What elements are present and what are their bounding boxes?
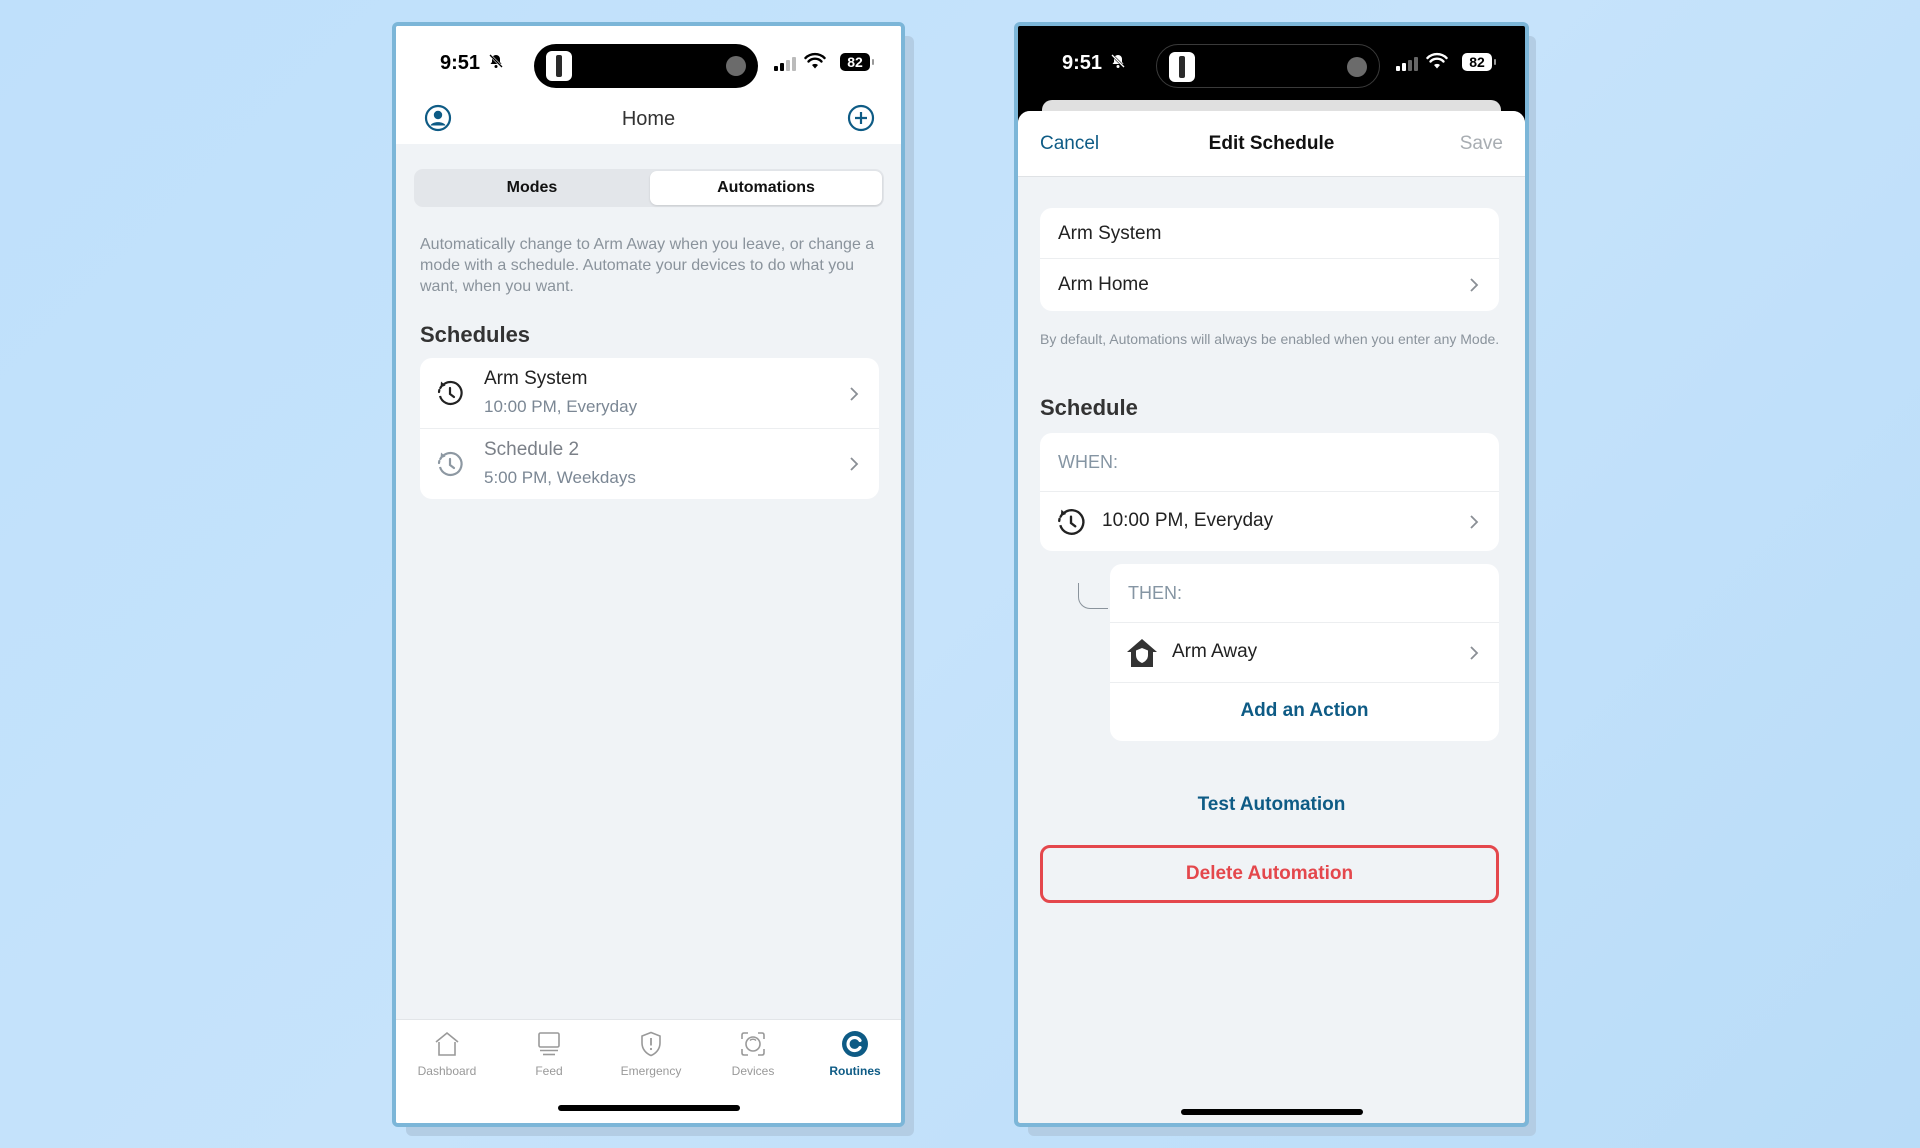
schedule-item[interactable]: Arm System 10:00 PM, Everyday (420, 358, 879, 429)
status-bar: 9:51 82 (396, 26, 901, 96)
status-time: 9:51 (440, 52, 481, 74)
bell-slash-icon (1110, 53, 1126, 74)
default-enabled-note: By default, Automations will always be e… (1040, 331, 1500, 347)
homepod-icon (1347, 57, 1367, 77)
tab-label: Feed (535, 1064, 563, 1078)
then-header: THEN: (1110, 564, 1499, 623)
when-card: WHEN: 10:00 PM, Everyday (1040, 433, 1499, 551)
tab-label: Emergency (620, 1064, 682, 1078)
then-action-row[interactable]: Arm Away (1110, 623, 1499, 683)
schedule-clock-icon (1058, 509, 1085, 535)
chevron-right-icon (1470, 278, 1479, 292)
live-activity-icon (546, 51, 572, 81)
add-action-button[interactable]: Add an Action (1110, 683, 1499, 741)
arm-away-home-icon (1127, 639, 1157, 667)
wifi-icon (1426, 52, 1448, 69)
signal-icon (1396, 57, 1418, 71)
wifi-icon (804, 52, 826, 69)
mode-value: Arm Home (1058, 274, 1149, 295)
add-circle-icon[interactable] (847, 104, 875, 132)
battery-icon: 82 (840, 53, 874, 71)
schedule-clock-icon (437, 380, 463, 406)
then-value: Arm Away (1172, 641, 1258, 662)
schedule-clock-icon (437, 451, 463, 477)
bell-slash-icon (488, 53, 504, 74)
when-label: WHEN: (1058, 452, 1118, 472)
segmented-control: Modes Automations (414, 169, 884, 207)
automations-description: Automatically change to Arm Away when yo… (420, 236, 875, 295)
tab-dashboard[interactable]: Dashboard (396, 1030, 498, 1078)
test-automation-button[interactable]: Test Automation (1018, 794, 1525, 816)
tab-label: Devices (731, 1064, 775, 1078)
flow-connector (1078, 583, 1108, 609)
tab-modes[interactable]: Modes (416, 171, 648, 205)
chevron-right-icon (850, 387, 859, 401)
house-icon (435, 1031, 459, 1056)
phone-edit-schedule: 9:51 82 Cancel Edit Schedule Save Arm Sy… (1014, 22, 1529, 1127)
home-indicator[interactable] (1180, 1109, 1363, 1115)
save-button[interactable]: Save (1460, 133, 1503, 155)
tab-feed[interactable]: Feed (498, 1030, 600, 1078)
automation-name-field[interactable]: Arm System (1040, 208, 1499, 259)
homepod-icon (726, 56, 746, 76)
home-indicator[interactable] (557, 1105, 740, 1111)
camera-frame-icon (741, 1032, 765, 1056)
live-activity-icon (1169, 52, 1195, 82)
schedule-item[interactable]: Schedule 2 5:00 PM, Weekdays (420, 429, 879, 499)
chevron-right-icon (1470, 646, 1479, 660)
top-bar: 9:51 82 Home (396, 26, 901, 144)
shield-alert-icon (641, 1031, 661, 1057)
mode-selector[interactable]: Arm Home (1040, 259, 1499, 311)
signal-icon (774, 57, 796, 71)
dynamic-island (1156, 44, 1380, 88)
tab-label: Routines (829, 1064, 881, 1078)
dynamic-island (534, 44, 758, 88)
then-label: THEN: (1128, 583, 1182, 603)
schedule-title: Schedule 2 (484, 439, 580, 460)
status-time: 9:51 (1062, 52, 1103, 74)
tab-emergency[interactable]: Emergency (600, 1030, 702, 1078)
automation-name-value: Arm System (1058, 223, 1162, 244)
sheet-title: Edit Schedule (1208, 133, 1335, 154)
add-action-label: Add an Action (1240, 700, 1369, 721)
when-trigger-row[interactable]: 10:00 PM, Everyday (1040, 492, 1499, 551)
when-value: 10:00 PM, Everyday (1102, 510, 1274, 531)
tab-bar: Dashboard Feed Emergency Devices Routine… (396, 1019, 901, 1123)
chevron-right-icon (1470, 515, 1479, 529)
chevron-right-icon (850, 457, 859, 471)
tab-routines[interactable]: Routines (804, 1030, 901, 1078)
edit-schedule-sheet: Cancel Edit Schedule Save Arm System Arm… (1018, 111, 1525, 1123)
battery-icon: 82 (1462, 53, 1496, 71)
phone-automations-list: 9:51 82 Home Modes Automations Automatic… (392, 22, 905, 1127)
tab-automations[interactable]: Automations (650, 171, 882, 205)
automation-settings-card: Arm System Arm Home (1040, 208, 1499, 311)
when-header: WHEN: (1040, 433, 1499, 492)
delete-automation-button[interactable]: Delete Automation (1040, 845, 1499, 903)
schedules-list: Arm System 10:00 PM, Everyday Schedule 2… (420, 358, 879, 499)
tab-label: Dashboard (417, 1064, 477, 1078)
schedule-subtitle: 5:00 PM, Weekdays (484, 468, 636, 487)
tab-devices[interactable]: Devices (702, 1030, 804, 1078)
schedule-subtitle: 10:00 PM, Everyday (484, 397, 638, 416)
sheet-header: Cancel Edit Schedule Save (1018, 111, 1525, 177)
schedule-title: Arm System (484, 368, 588, 389)
monitor-icon (538, 1032, 560, 1056)
page-title: Home (621, 108, 676, 130)
status-bar: 9:51 82 (1018, 26, 1525, 96)
schedules-heading: Schedules (420, 322, 531, 347)
then-card: THEN: Arm Away Add an Action (1110, 564, 1499, 741)
routines-icon (842, 1031, 868, 1057)
schedule-heading: Schedule (1040, 395, 1138, 420)
